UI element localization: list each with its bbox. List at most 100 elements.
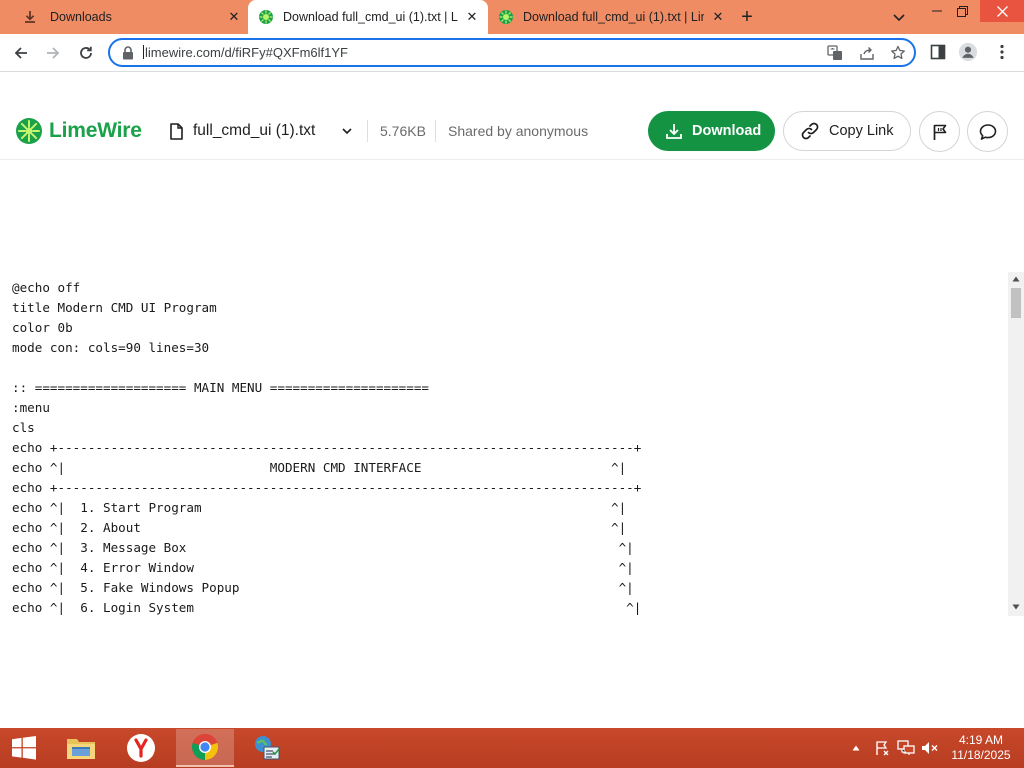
forward-button[interactable] (40, 40, 66, 66)
side-panel-icon (930, 44, 946, 60)
limewire-logo-text: LimeWire (49, 119, 142, 142)
divider (367, 120, 368, 142)
scroll-down-arrow[interactable] (1008, 600, 1024, 614)
code-line: echo ^| 5. Fake Windows Popup ^| (12, 580, 634, 595)
flag-icon (933, 124, 946, 140)
browser-menu-button[interactable] (992, 42, 1012, 62)
profile-avatar-icon (958, 42, 978, 62)
arrow-right-icon (47, 47, 60, 59)
translate-icon[interactable] (826, 44, 844, 62)
share-glyph-icon (860, 47, 874, 60)
volume-muted[interactable] (920, 728, 940, 768)
windows-taskbar: 4:19 AM 11/18/2025 (0, 728, 1024, 768)
new-tab-button[interactable]: + (736, 6, 758, 28)
more-vert-icon (1000, 44, 1004, 60)
share-icon[interactable] (858, 44, 876, 62)
reload-button[interactable] (73, 40, 99, 66)
taskbar-network-app[interactable] (238, 729, 296, 767)
text-file-viewer[interactable]: @echo off title Modern CMD UI Program co… (0, 272, 1024, 616)
taskbar-file-explorer[interactable] (52, 729, 110, 767)
translate-glyph-icon (827, 45, 842, 60)
window-restore-button[interactable] (947, 0, 977, 22)
tab-title: Downloads (50, 10, 112, 24)
tab-close-icon[interactable]: ✕ (710, 9, 726, 25)
close-icon (996, 5, 1008, 17)
scroll-up-arrow[interactable] (1008, 272, 1024, 286)
file-icon (170, 123, 183, 140)
limewire-favicon-icon (259, 10, 273, 24)
system-clock[interactable]: 4:19 AM 11/18/2025 (946, 733, 1016, 763)
tab-search-chevron-icon[interactable] (889, 7, 909, 27)
download-button-label: Download (692, 123, 762, 139)
restore-icon (956, 5, 968, 17)
side-panel-button[interactable] (928, 42, 948, 62)
code-line: @echo off (12, 280, 81, 295)
divider (435, 120, 436, 142)
back-button[interactable] (8, 40, 34, 66)
comment-button[interactable] (967, 111, 1008, 152)
limewire-logo[interactable]: LimeWire (15, 117, 142, 145)
scroll-thumb[interactable] (1011, 288, 1021, 318)
tab-strip: Downloads ✕ Download full_cmd_ui (1).txt… (0, 0, 1024, 34)
window-close-button[interactable] (980, 0, 1024, 22)
file-name[interactable]: full_cmd_ui (1).txt (193, 122, 315, 140)
code-line: :menu (12, 400, 50, 415)
reload-icon (80, 46, 92, 59)
code-line: echo ^| 4. Error Window ^| (12, 560, 634, 575)
tab-close-icon[interactable]: ✕ (226, 9, 242, 25)
code-line: echo +----------------------------------… (12, 440, 642, 455)
network-status[interactable] (896, 728, 916, 768)
flag-icon (876, 741, 889, 756)
code-line: echo ^| 2. About ^| (12, 520, 627, 535)
limewire-header: LimeWire full_cmd_ui (1).txt 5.76KB Shar… (0, 104, 1024, 160)
chrome-icon (192, 734, 218, 760)
download-button[interactable]: Download (648, 111, 775, 151)
windows-logo-icon (12, 736, 36, 760)
profile-button[interactable] (958, 42, 978, 62)
browser-toolbar: limewire.com/d/fiRFy#QXFm6lf1YF (0, 34, 1024, 72)
triangle-up-icon (1012, 276, 1020, 282)
speaker-muted-icon (922, 742, 938, 754)
code-line: echo +----------------------------------… (12, 480, 642, 495)
code-line: echo ^| MODERN CMD INTERFACE ^| (12, 460, 627, 475)
url-text[interactable]: limewire.com/d/fiRFy#QXFm6lf1YF (143, 45, 348, 60)
download-icon (666, 124, 682, 139)
copy-link-button[interactable]: Copy Link (783, 111, 911, 151)
file-size: 5.76KB (380, 123, 426, 139)
tab-limewire-active[interactable]: Download full_cmd_ui (1).txt | Lin ✕ (248, 0, 488, 34)
clock-date: 11/18/2025 (951, 748, 1011, 762)
taskbar-yandex-browser[interactable] (112, 729, 170, 767)
url-value: limewire.com/d/fiRFy#QXFm6lf1YF (145, 45, 348, 60)
action-center-flag[interactable] (872, 728, 892, 768)
code-line: echo ^| 6. Login System ^| (12, 600, 642, 615)
tab-title: Download full_cmd_ui (1).txt | Lin (283, 10, 458, 24)
code-line: color 0b (12, 320, 73, 335)
arrow-left-icon (14, 47, 27, 59)
chevron-down-icon[interactable] (341, 125, 353, 137)
tab-limewire[interactable]: Download full_cmd_ui (1).txt | Lin ✕ (490, 0, 726, 34)
tab-title: Download full_cmd_ui (1).txt | Lin (523, 10, 704, 24)
folder-icon (67, 739, 95, 759)
code-line: mode con: cols=90 lines=30 (12, 340, 210, 355)
yandex-browser-icon (127, 734, 155, 762)
start-button[interactable] (0, 728, 48, 768)
address-bar[interactable]: limewire.com/d/fiRFy#QXFm6lf1YF (108, 38, 916, 67)
caret-up-icon (852, 745, 860, 751)
taskbar-chrome[interactable] (176, 729, 234, 767)
limewire-logo-icon (16, 118, 42, 144)
network-globe-icon (255, 736, 280, 760)
shared-by-label: Shared by anonymous (448, 123, 589, 139)
report-button[interactable] (919, 111, 960, 152)
download-icon (25, 11, 35, 23)
bookmark-star-icon[interactable] (889, 44, 907, 62)
code-line: cls (12, 420, 35, 435)
lock-icon[interactable] (122, 46, 134, 60)
tab-close-icon[interactable]: ✕ (464, 9, 480, 25)
code-line: :: ==================== MAIN MENU ======… (12, 380, 430, 395)
show-hidden-icons-button[interactable] (848, 728, 864, 768)
link-icon (801, 122, 819, 140)
star-icon (891, 45, 905, 60)
viewer-scrollbar[interactable] (1008, 272, 1024, 616)
copy-link-button-label: Copy Link (829, 123, 894, 139)
tab-downloads[interactable]: Downloads ✕ (10, 0, 246, 34)
